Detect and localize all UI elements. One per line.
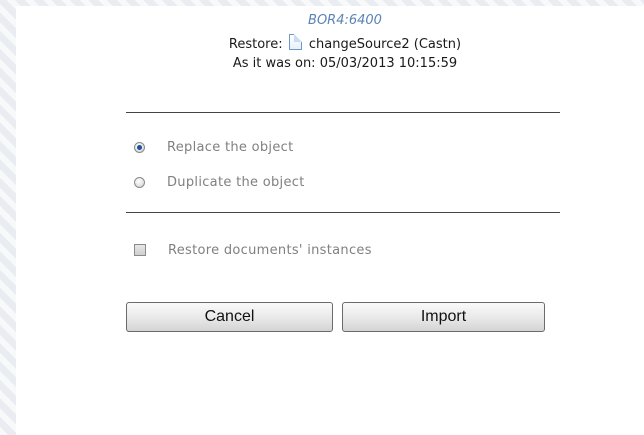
- duplicate-radio[interactable]: [134, 176, 145, 188]
- as-of-text: As it was on: 05/03/2013 10:15:59: [232, 56, 458, 71]
- cancel-button[interactable]: Cancel: [126, 302, 333, 332]
- replace-radio[interactable]: [134, 141, 145, 153]
- restore-instances-option[interactable]: Restore documents' instances: [134, 239, 372, 261]
- duplicate-label: Duplicate the object: [167, 174, 305, 190]
- divider-top: [126, 112, 560, 113]
- replace-label: Replace the object: [167, 139, 294, 155]
- object-name: changeSource2 (Castn): [308, 37, 462, 52]
- restore-label: Restore:: [228, 37, 283, 52]
- restore-line: Restore: changeSource2 (Castn): [126, 34, 564, 55]
- object-id: BOR4:6400: [308, 13, 382, 28]
- restore-instances-checkbox[interactable]: [134, 244, 146, 256]
- import-button[interactable]: Import: [342, 302, 545, 332]
- document-icon: [288, 34, 302, 50]
- duplicate-option[interactable]: Duplicate the object: [134, 171, 305, 193]
- restore-header: BOR4:6400 Restore: changeSource2 (Castn)…: [126, 6, 564, 73]
- restore-instances-label: Restore documents' instances: [168, 242, 372, 258]
- restore-dialog: BOR4:6400 Restore: changeSource2 (Castn)…: [16, 6, 644, 435]
- divider-bottom: [126, 212, 560, 213]
- replace-option[interactable]: Replace the object: [134, 136, 293, 158]
